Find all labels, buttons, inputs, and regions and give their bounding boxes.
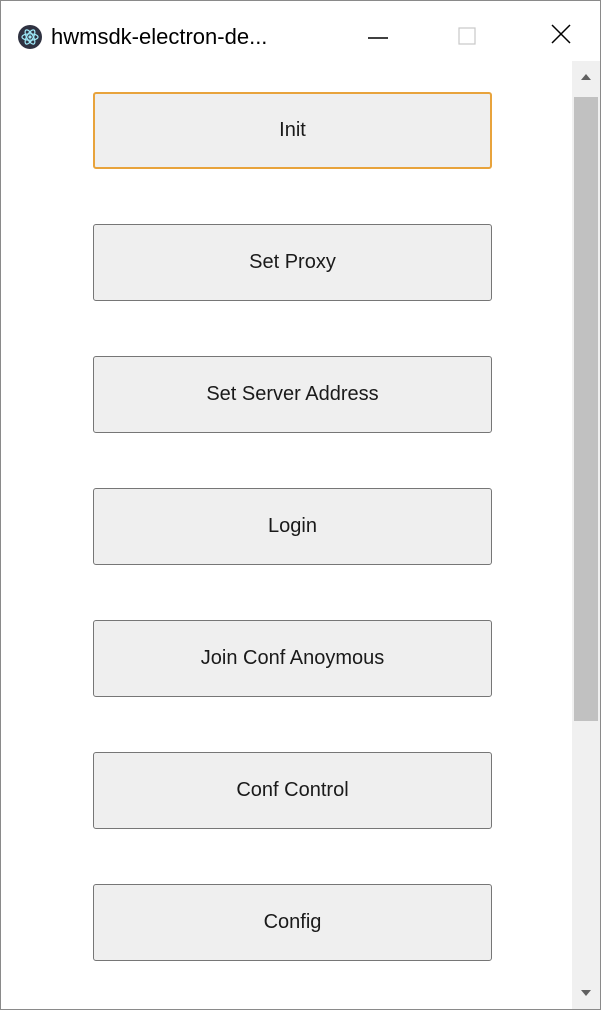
config-button[interactable]: Config xyxy=(93,884,492,961)
vertical-scrollbar[interactable] xyxy=(572,61,600,1009)
scroll-up-arrow-icon xyxy=(581,74,591,80)
app-window: hwmsdk-electron-de... Init Set Proxy Set… xyxy=(0,0,601,1010)
title-bar[interactable]: hwmsdk-electron-de... xyxy=(1,1,600,61)
close-button[interactable] xyxy=(541,13,587,59)
join-conf-anonymous-button[interactable]: Join Conf Anoymous xyxy=(93,620,492,697)
maximize-icon xyxy=(458,27,476,45)
set-server-address-button[interactable]: Set Server Address xyxy=(93,356,492,433)
close-icon xyxy=(551,24,571,44)
minimize-icon xyxy=(368,37,388,39)
main-content: Init Set Proxy Set Server Address Login … xyxy=(1,61,572,1009)
scroll-down-arrow-icon xyxy=(581,990,591,996)
maximize-button[interactable] xyxy=(445,13,491,59)
minimize-button[interactable] xyxy=(356,13,402,59)
init-button[interactable]: Init xyxy=(93,92,492,169)
conf-control-button[interactable]: Conf Control xyxy=(93,752,492,829)
scroll-thumb[interactable] xyxy=(574,97,598,721)
window-title: hwmsdk-electron-de... xyxy=(51,24,268,49)
scroll-down-button[interactable] xyxy=(572,979,600,1007)
login-button[interactable]: Login xyxy=(93,488,492,565)
set-proxy-button[interactable]: Set Proxy xyxy=(93,224,492,301)
electron-icon xyxy=(18,25,42,49)
scroll-up-button[interactable] xyxy=(572,63,600,91)
